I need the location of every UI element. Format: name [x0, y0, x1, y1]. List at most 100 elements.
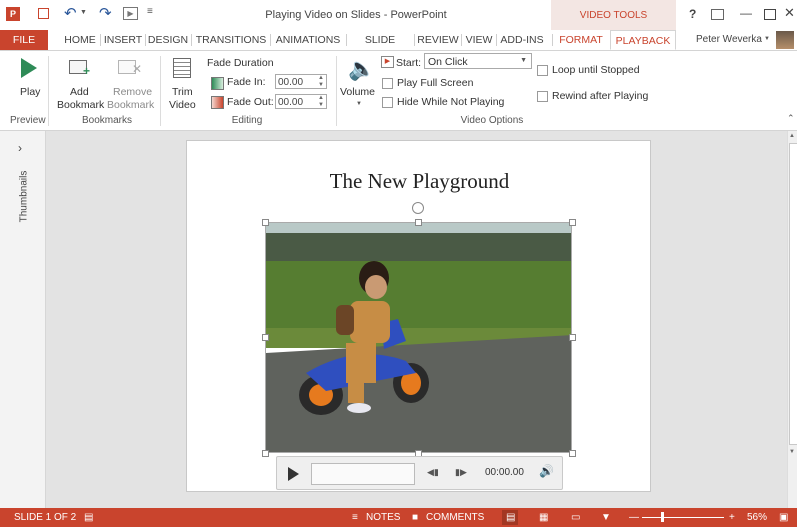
trim-video-icon[interactable]	[173, 58, 191, 78]
user-name[interactable]: Peter Weverka	[696, 34, 762, 45]
thumbnails-label[interactable]: Thumbnails	[19, 157, 30, 237]
start-dropdown[interactable]: On Click ▼	[424, 53, 532, 69]
customize-qat-icon[interactable]: ≡	[147, 6, 153, 17]
scroll-down-icon[interactable]: ▼	[789, 449, 795, 455]
fade-out-spinner[interactable]: 00.00 ▲ ▼	[275, 94, 327, 109]
notes-icon[interactable]: ≡	[352, 512, 358, 523]
user-dropdown-icon[interactable]: ▼	[764, 36, 770, 42]
video-progress-bar[interactable]	[311, 463, 415, 485]
play-full-screen-checkbox[interactable]	[382, 78, 393, 89]
ribbon-display-options-icon[interactable]	[711, 9, 724, 20]
tab-home[interactable]: HOME	[61, 32, 99, 48]
fade-in-label: Fade In:	[227, 76, 266, 88]
tab-design[interactable]: DESIGN	[146, 32, 190, 48]
loop-until-stopped-label[interactable]: Loop until Stopped	[552, 64, 640, 76]
resize-handle[interactable]	[415, 219, 422, 226]
loop-until-stopped-checkbox[interactable]	[537, 65, 548, 76]
move-back-icon[interactable]: ◀▮	[427, 467, 439, 478]
tab-slide-show[interactable]: SLIDE SHOW	[348, 32, 412, 62]
chevron-down-icon[interactable]: ▼	[520, 57, 527, 64]
tab-animations[interactable]: ANIMATIONS	[272, 32, 344, 48]
move-forward-icon[interactable]: ▮▶	[455, 467, 467, 478]
rewind-after-playing-checkbox[interactable]	[537, 91, 548, 102]
fade-out-value: 00.00	[278, 97, 304, 108]
resize-handle[interactable]	[262, 334, 269, 341]
help-icon[interactable]: ?	[689, 7, 696, 21]
zoom-out-icon[interactable]: —	[629, 512, 639, 523]
start-from-beginning-icon[interactable]: ▶	[123, 7, 138, 20]
resize-handle[interactable]	[569, 219, 576, 226]
hide-while-not-playing-label[interactable]: Hide While Not Playing	[397, 96, 504, 108]
zoom-level[interactable]: 56%	[747, 512, 767, 523]
add-bookmark-label-2[interactable]: Bookmark	[57, 99, 104, 111]
tab-transitions[interactable]: TRANSITIONS	[193, 32, 269, 48]
undo-dropdown-icon[interactable]: ▼	[80, 9, 87, 16]
save-icon[interactable]	[38, 8, 49, 19]
slide-show-icon[interactable]: ▼	[601, 512, 611, 523]
tab-insert[interactable]: INSERT	[101, 32, 145, 48]
slide-title[interactable]: The New Playground	[187, 169, 652, 194]
maximize-button[interactable]	[764, 9, 776, 20]
spinner-arrows-icon[interactable]: ▲ ▼	[318, 75, 324, 89]
title-bar: P ↶ ▼ ↷ ▶ ≡ Playing Video on Slides - Po…	[0, 0, 797, 30]
fade-in-spinner[interactable]: 00.00 ▲ ▼	[275, 74, 327, 89]
tab-file[interactable]: FILE	[0, 30, 48, 50]
resize-handle[interactable]	[262, 219, 269, 226]
trim-label-1[interactable]: Trim	[172, 86, 193, 98]
notes-button[interactable]: NOTES	[366, 512, 400, 523]
play-full-screen-label[interactable]: Play Full Screen	[397, 77, 473, 89]
play-icon[interactable]	[21, 58, 37, 78]
thumbnails-pane: › Thumbnails	[0, 131, 46, 508]
zoom-slider[interactable]	[642, 517, 724, 518]
comments-button[interactable]: COMMENTS	[426, 512, 484, 523]
avatar[interactable]	[776, 31, 794, 49]
tab-format[interactable]: FORMAT	[554, 32, 608, 48]
expand-thumbnails-icon[interactable]: ›	[18, 141, 22, 155]
rewind-after-playing-label[interactable]: Rewind after Playing	[552, 90, 648, 102]
slide-counter[interactable]: SLIDE 1 OF 2	[14, 512, 76, 523]
video-frame[interactable]	[265, 222, 572, 453]
zoom-slider-thumb[interactable]	[661, 512, 664, 522]
volume-button[interactable]: Volume	[340, 86, 375, 98]
play-button[interactable]: Play	[20, 86, 40, 98]
fade-in-icon	[211, 77, 224, 90]
resize-handle[interactable]	[262, 450, 269, 457]
mute-icon[interactable]: 🔊	[539, 464, 554, 478]
scroll-up-icon[interactable]: ▲	[789, 133, 795, 139]
powerpoint-logo-icon: P	[6, 7, 20, 21]
bookmarks-group-label: Bookmarks	[81, 115, 132, 126]
close-button[interactable]: ✕	[784, 5, 795, 21]
tab-playback[interactable]: PLAYBACK	[610, 30, 676, 50]
reading-view-icon[interactable]: ▭	[571, 512, 580, 523]
trim-label-2[interactable]: Video	[169, 99, 196, 111]
resize-handle[interactable]	[569, 334, 576, 341]
normal-view-glyph-icon: ▤	[506, 512, 516, 523]
video-play-icon[interactable]	[288, 467, 299, 481]
redo-icon[interactable]: ↷	[99, 4, 112, 22]
vertical-scrollbar[interactable]: ▲ ▼	[787, 131, 797, 508]
add-bookmark-label-1[interactable]: Add	[70, 86, 89, 98]
volume-dropdown-icon[interactable]: ▼	[356, 101, 362, 107]
collapse-ribbon-icon[interactable]: ⌃	[787, 113, 795, 124]
video-tools-label: VIDEO TOOLS	[579, 10, 648, 21]
remove-bookmark-x-icon: ✕	[132, 62, 143, 76]
rotate-handle-icon[interactable]	[412, 202, 424, 214]
spell-check-icon[interactable]: ▤	[84, 512, 93, 523]
minimize-button[interactable]: —	[740, 6, 752, 20]
undo-icon[interactable]: ↶	[64, 4, 77, 22]
tab-add-ins[interactable]: ADD-INS	[498, 32, 546, 48]
preview-group-label: Preview	[10, 115, 46, 126]
spinner-arrows-icon[interactable]: ▲ ▼	[318, 95, 324, 109]
remove-bookmark-label-2: Bookmark	[107, 99, 155, 111]
slide-sorter-icon[interactable]: ▦	[539, 512, 548, 523]
editing-group-label: Editing	[231, 115, 263, 126]
tab-view[interactable]: VIEW	[463, 32, 495, 48]
comments-icon[interactable]: ■	[412, 512, 418, 523]
fit-to-window-icon[interactable]: ▣	[779, 512, 788, 523]
scroll-thumb[interactable]	[789, 143, 797, 445]
zoom-in-icon[interactable]: +	[729, 512, 735, 523]
hide-while-not-playing-checkbox[interactable]	[382, 97, 393, 108]
tab-review[interactable]: REVIEW	[416, 32, 460, 48]
volume-icon[interactable]: 🔈	[348, 56, 375, 82]
resize-handle[interactable]	[569, 450, 576, 457]
